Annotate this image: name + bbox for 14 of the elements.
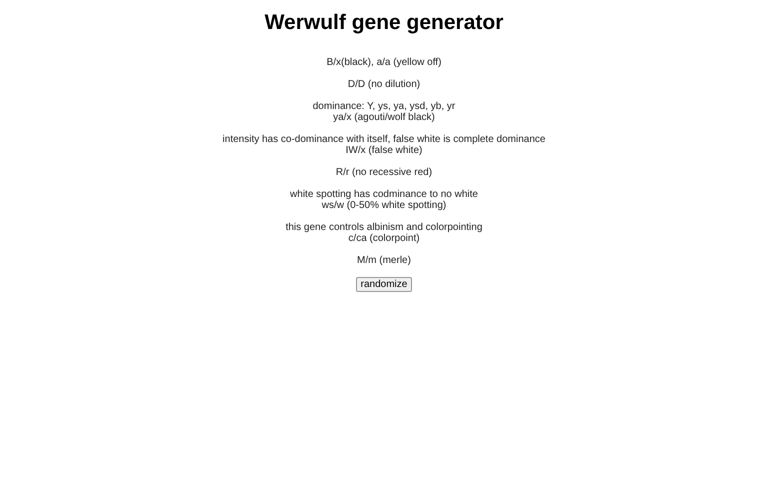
gene-text: this gene controls albinism and colorpointing bbox=[286, 222, 482, 233]
gene-text: M/m (merle) bbox=[357, 255, 411, 266]
gene-text: white spotting has codminance to no white bbox=[290, 189, 478, 200]
gene-text: c/ca (colorpoint) bbox=[348, 233, 420, 244]
randomize-button[interactable]: randomize bbox=[356, 277, 412, 292]
gene-text: R/r (no recessive red) bbox=[336, 167, 432, 178]
page-title: Werwulf gene generator bbox=[264, 10, 504, 35]
gene-text: ya/x (agouti/wolf black) bbox=[333, 112, 435, 123]
gene-text: D/D (no dilution) bbox=[348, 79, 420, 90]
gene-text: dominance: Y, ys, ya, ysd, yb, yr bbox=[312, 101, 456, 112]
gene-text: IW/x (false white) bbox=[346, 145, 422, 156]
gene-text: ws/w (0-50% white spotting) bbox=[322, 200, 446, 211]
gene-text: B/x(black), a/a (yellow off) bbox=[326, 57, 442, 68]
gene-text: intensity has co-dominance with itself, false white is complete dominance bbox=[222, 134, 546, 145]
